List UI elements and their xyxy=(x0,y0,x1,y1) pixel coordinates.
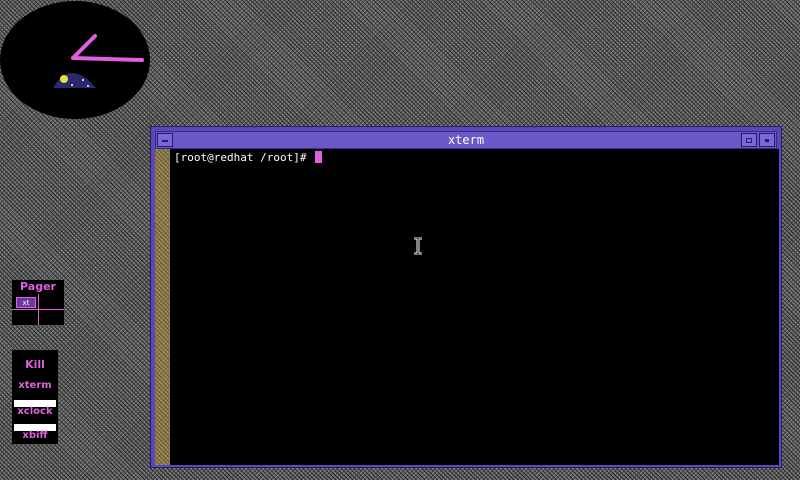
prompt-text: [root@redhat /root]# xyxy=(174,151,307,164)
xclock-widget xyxy=(0,1,150,119)
menu-icon xyxy=(162,140,168,142)
iconify-button[interactable] xyxy=(741,133,757,147)
icon-item-xterm[interactable]: xterm xyxy=(12,380,58,391)
xterm-window[interactable]: xterm [root@redhat /root]# xyxy=(150,126,782,468)
text-cursor xyxy=(315,151,323,163)
icon-manager-panel: Kill xterm xclock xbiff xyxy=(12,350,58,444)
window-menu-button[interactable] xyxy=(157,133,173,147)
maximize-icon xyxy=(765,139,769,142)
window-title: xterm xyxy=(447,133,485,147)
pager-title: Pager xyxy=(20,280,56,293)
pager-divider-vertical xyxy=(38,294,39,325)
icon-item-xbiff[interactable]: xbiff xyxy=(12,430,58,441)
pager-mini-window-xterm[interactable]: xt xyxy=(16,297,36,308)
clock-sun-icon xyxy=(60,75,68,83)
icon-item-xclock[interactable]: xclock xyxy=(12,406,58,417)
shell-prompt: [root@redhat /root]# xyxy=(174,151,323,165)
minimize-icon xyxy=(746,138,752,143)
ibeam-cursor-icon xyxy=(414,237,422,255)
pager-desktop-grid[interactable]: xt xyxy=(12,294,64,325)
maximize-button[interactable] xyxy=(759,133,775,147)
terminal-scrollbar[interactable] xyxy=(155,149,170,465)
window-title-bar[interactable]: xterm xyxy=(155,131,777,149)
kill-button[interactable]: Kill xyxy=(12,358,58,371)
pager[interactable]: Pager xt xyxy=(12,280,64,325)
terminal-area[interactable]: [root@redhat /root]# xyxy=(170,149,779,465)
clock-minute-hand xyxy=(71,56,144,62)
